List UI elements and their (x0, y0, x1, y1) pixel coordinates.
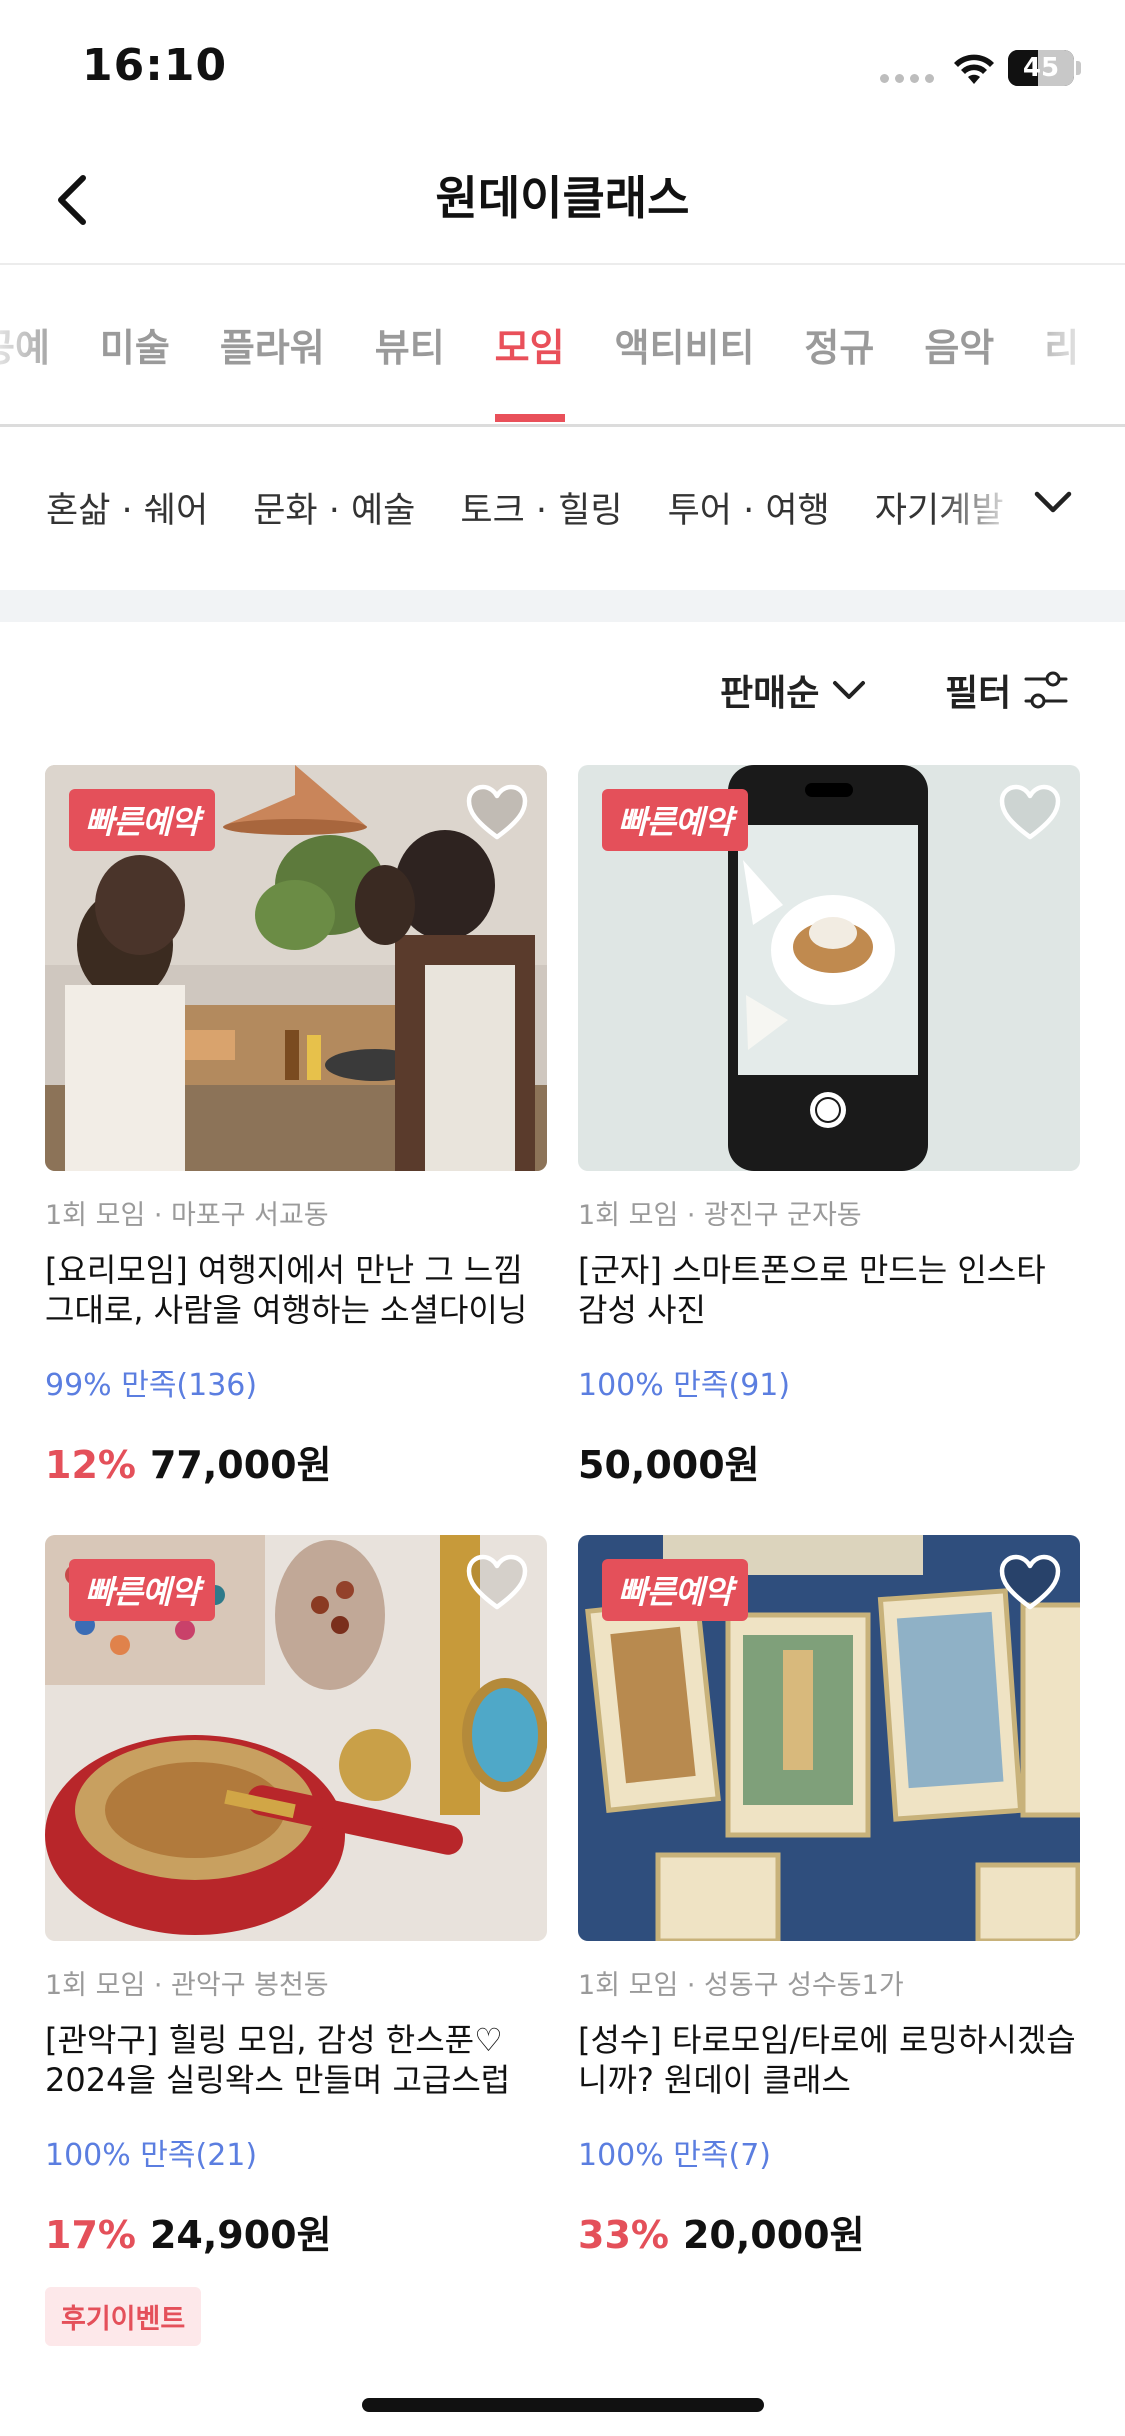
product-rating: 100% 만족(21) (45, 2138, 258, 2173)
expand-sub-categories-button[interactable] (1025, 478, 1081, 528)
tab-music[interactable]: 음악 (924, 317, 994, 417)
review-event-tag: 후기이벤트 (45, 2287, 202, 2346)
price-row: 33% 20,000원 (578, 2204, 1080, 2259)
product-rating: 100% 만족(7) (578, 2138, 771, 2173)
sort-label: 판매순 (720, 673, 820, 714)
product-price: 77,000원 (149, 1443, 332, 1487)
sub-category-culture-art[interactable]: 문화 · 예술 (253, 482, 415, 533)
section-divider (0, 590, 1125, 622)
app-header: 원데이클래스 (0, 140, 1125, 265)
heart-icon[interactable] (998, 783, 1062, 843)
chevron-down-icon (1034, 491, 1072, 513)
status-time: 16:10 (82, 40, 228, 91)
tab-activity[interactable]: 액티비티 (615, 317, 755, 417)
battery-level: 45 (1022, 53, 1060, 83)
product-meta: 1회 모임 · 마포구 서교동 (45, 1200, 329, 1231)
heart-icon[interactable] (465, 783, 529, 843)
tab-meetup[interactable]: 모임 (494, 317, 565, 422)
product-title[interactable]: [관악구] 힐링 모임, 감성 한스푼♡ 2024을 실링왁스 만들며 고급스럽… (45, 2020, 547, 2100)
filter-sliders-icon (1024, 671, 1068, 709)
product-card[interactable]: 빠른예약 1회 모임 · 마포구 서교동 [요리모임] 여행지에서 만난 그 느… (45, 765, 547, 1489)
sub-category-talk-healing[interactable]: 토크 · 힐링 (460, 482, 622, 533)
product-card[interactable]: 빠른예약 1회 모임 · 성동구 성수동1가 [성수] 타로모임/타로에 로밍하… (578, 1535, 1080, 2259)
home-indicator[interactable] (362, 2398, 764, 2412)
quick-booking-badge: 빠른예약 (69, 1559, 215, 1621)
list-toolbar: 판매순 필터 (0, 650, 1125, 730)
price-row: 50,000원 (578, 1434, 1080, 1489)
wifi-icon (954, 54, 994, 84)
status-bar: 16:10 45 (0, 0, 1125, 140)
product-meta: 1회 모임 · 관악구 봉천동 (45, 1970, 329, 2001)
discount-rate: 17% (45, 2213, 136, 2257)
heart-icon[interactable] (998, 1553, 1062, 1613)
sub-category-solo-share[interactable]: 혼삶 · 쉐어 (46, 482, 208, 533)
product-price: 50,000원 (578, 1443, 760, 1487)
tab-fade-left (0, 267, 60, 417)
page-title: 원데이클래스 (435, 171, 690, 225)
filter-button[interactable]: 필터 (945, 664, 1069, 716)
battery-cap (1076, 61, 1081, 75)
chevron-down-icon (833, 681, 866, 699)
product-meta: 1회 모임 · 광진구 군자동 (578, 1200, 862, 1231)
discount-rate: 33% (578, 2213, 669, 2257)
product-title[interactable]: [성수] 타로모임/타로에 로밍하시겠습니까? 원데이 클래스 (578, 2020, 1080, 2100)
product-rating: 100% 만족(91) (578, 1368, 791, 1403)
product-thumbnail[interactable]: 빠른예약 (578, 1535, 1080, 1941)
category-tabs: 공예 미술 플라워 뷰티 모임 액티비티 정규 음악 리 (0, 267, 1125, 427)
tab-beauty[interactable]: 뷰티 (375, 317, 445, 417)
price-row: 12% 77,000원 (45, 1434, 547, 1489)
heart-icon[interactable] (465, 1553, 529, 1613)
sub-category-bar: 혼삶 · 쉐어 문화 · 예술 토크 · 힐링 투어 · 여행 자기계발 (0, 430, 1125, 590)
product-title[interactable]: [요리모임] 여행지에서 만난 그 느낌 그대로, 사람을 여행하는 소셜다이닝 (45, 1250, 547, 1330)
tab-fade-right (1015, 267, 1125, 417)
sub-category-tour-travel[interactable]: 투어 · 여행 (668, 482, 830, 533)
quick-booking-badge: 빠른예약 (69, 789, 215, 851)
price-row: 17% 24,900원 (45, 2204, 547, 2259)
discount-rate: 12% (45, 1443, 136, 1487)
product-price: 20,000원 (682, 2213, 865, 2257)
tab-flower[interactable]: 플라워 (220, 317, 325, 417)
product-rating: 99% 만족(136) (45, 1368, 258, 1403)
battery-icon: 45 (1008, 50, 1074, 86)
tab-regular[interactable]: 정규 (804, 317, 874, 417)
product-thumbnail[interactable]: 빠른예약 (45, 765, 547, 1171)
cellular-signal-icon (880, 74, 934, 83)
product-title[interactable]: [군자] 스마트폰으로 만드는 인스타 감성 사진 (578, 1250, 1080, 1330)
product-thumbnail[interactable]: 빠른예약 (578, 765, 1080, 1171)
tab-art[interactable]: 미술 (100, 317, 170, 417)
product-card[interactable]: 빠른예약 1회 모임 · 관악구 봉천동 [관악구] 힐링 모임, 감성 한스푼… (45, 1535, 547, 2346)
product-price: 24,900원 (149, 2213, 332, 2257)
product-card[interactable]: 빠른예약 1회 모임 · 광진구 군자동 [군자] 스마트폰으로 만드는 인스타… (578, 765, 1080, 1489)
sort-button[interactable]: 판매순 (720, 664, 867, 716)
quick-booking-badge: 빠른예약 (602, 1559, 748, 1621)
product-thumbnail[interactable]: 빠른예약 (45, 1535, 547, 1941)
product-meta: 1회 모임 · 성동구 성수동1가 (578, 1970, 904, 2001)
filter-label: 필터 (945, 673, 1012, 714)
quick-booking-badge: 빠른예약 (602, 789, 748, 851)
